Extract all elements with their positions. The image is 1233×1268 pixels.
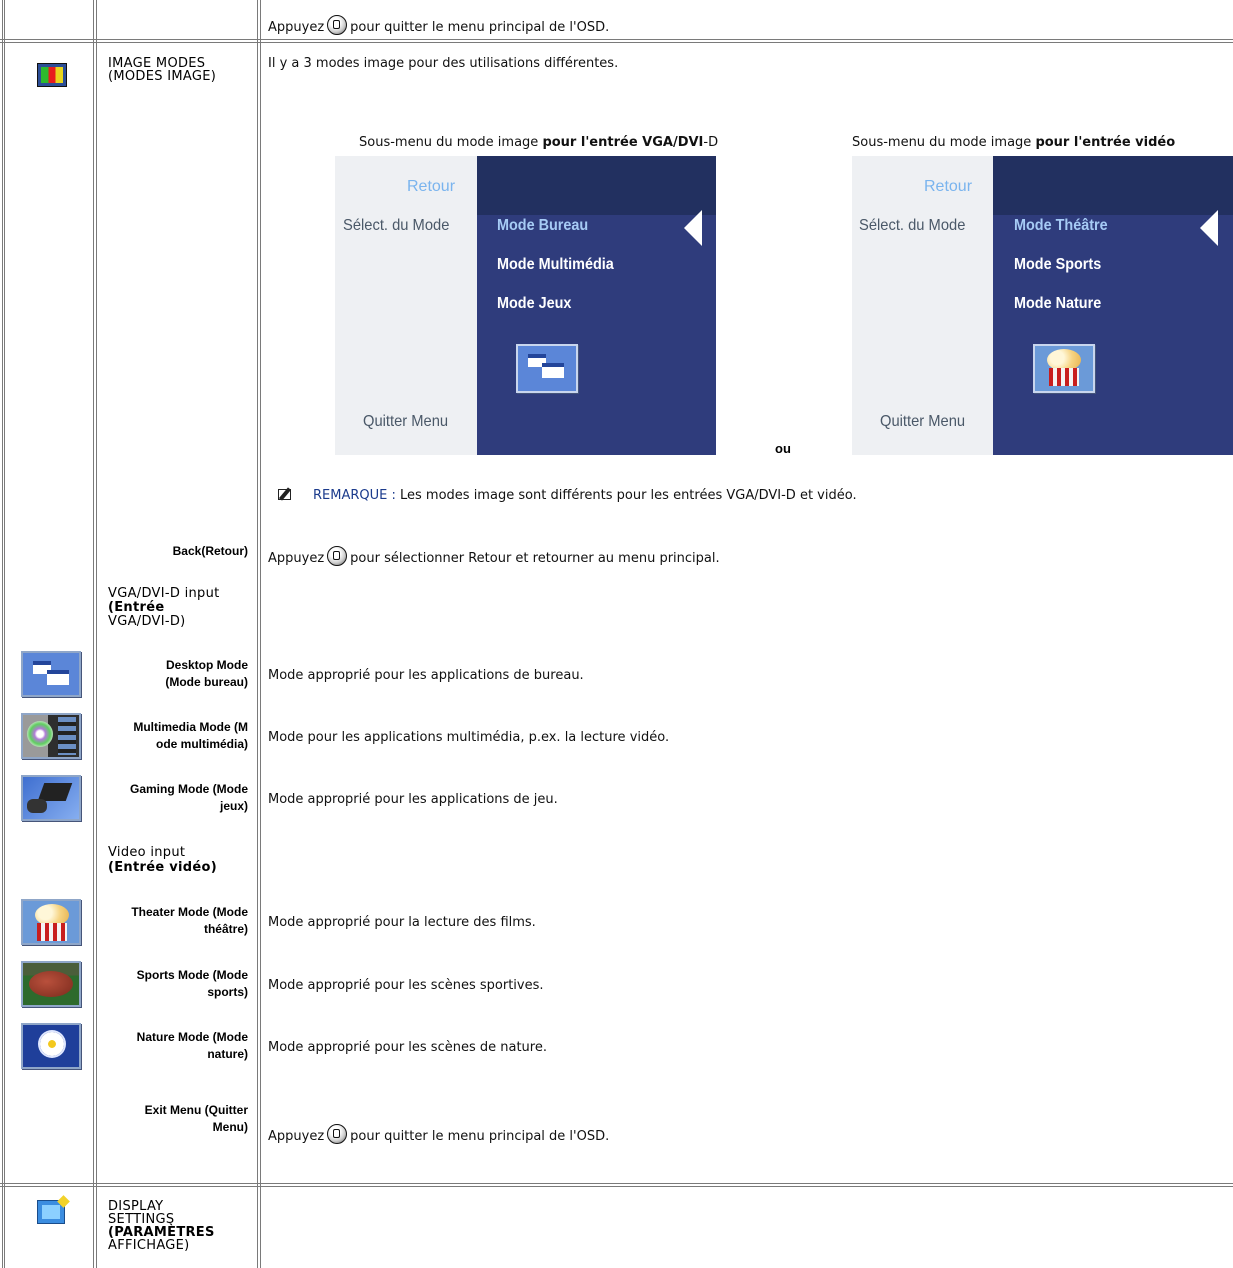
osd-back-item[interactable]: Retour [924,178,972,196]
osd-select-label: Sélect. du Mode [343,217,450,234]
sports-mode-label: Sports Mode (Mode sports) [136,968,248,999]
menu-button-icon [327,15,348,35]
osd-mode-theater[interactable]: Mode Théâtre [1014,217,1108,235]
sports-mode-icon [21,961,81,1007]
display-settings-icon [37,1200,65,1224]
selection-caret-icon [684,210,702,246]
nature-mode-label: Nature Mode (Mode nature) [136,1030,248,1061]
note-label: REMARQUE : [313,488,396,503]
osd-desktop-mode-icon [516,344,578,393]
caption-video: Sous-menu du mode image pour l'entrée vi… [852,135,1176,150]
menu-button-icon [327,1124,348,1144]
gaming-mode-label: Gaming Mode (Mode jeux) [130,782,248,813]
theater-mode-label: Theater Mode (Mode théâtre) [131,905,248,936]
video-input-heading: Video input (Entrée vidéo) [108,845,217,875]
display-settings-heading: DISPLAY SETTINGS (PARAMÈTRES AFFICHAGE) [108,1199,215,1253]
note-pencil-icon [277,487,293,502]
image-modes-icon [37,63,67,87]
menu-button-icon [327,546,348,566]
gaming-mode-icon [21,775,81,821]
desktop-mode-desc: Mode approprié pour les applications de … [268,668,584,683]
or-label: ou [775,441,791,456]
exit-menu-label: Exit Menu (Quitter Menu) [144,1103,248,1134]
nature-mode-desc: Mode approprié pour les scènes de nature… [268,1040,547,1055]
prev-exit-text: Appuyez pour quitter le menu principal de… [268,15,609,35]
note: REMARQUE : Les modes image sont différen… [313,488,857,503]
desktop-mode-label: Desktop Mode (Mode bureau) [165,658,248,689]
selection-caret-icon [1200,210,1218,246]
vga-input-heading: VGA/DVI-D input (Entrée VGA/DVI-D) [108,586,220,629]
gaming-mode-desc: Mode approprié pour les applications de … [268,792,558,807]
nature-mode-icon [21,1023,81,1069]
osd-exit-item[interactable]: Quitter Menu [363,413,448,431]
osd-mode-nature[interactable]: Mode Nature [1014,295,1101,313]
osd-back-item[interactable]: Retour [407,178,455,196]
osd-mode-gaming[interactable]: Mode Jeux [497,295,571,313]
exit-menu-desc: Appuyez pour quitter le menu principal de… [268,1124,609,1144]
osd-exit-item[interactable]: Quitter Menu [880,413,965,431]
back-label: Back(Retour) [172,544,248,558]
desktop-mode-icon [21,651,81,697]
osd-select-label: Sélect. du Mode [859,217,966,234]
theater-mode-desc: Mode approprié pour la lecture des films… [268,915,536,930]
image-modes-intro: Il y a 3 modes image pour des utilisatio… [268,56,619,71]
image-modes-heading: IMAGE MODES (MODES IMAGE) [108,56,217,84]
multimedia-mode-icon [21,713,81,759]
multimedia-mode-desc: Mode pour les applications multimédia, p… [268,730,670,745]
osd-mode-desktop[interactable]: Mode Bureau [497,217,588,235]
back-desc: Appuyez pour sélectionner Retour et retou… [268,546,720,566]
theater-mode-icon [21,899,81,945]
osd-theater-mode-icon [1033,344,1095,393]
osd-mode-sports[interactable]: Mode Sports [1014,256,1101,274]
osd-mode-multimedia[interactable]: Mode Multimédia [497,256,614,274]
sports-mode-desc: Mode approprié pour les scènes sportives… [268,978,544,993]
multimedia-mode-label: Multimedia Mode (M ode multimédia) [133,720,248,751]
caption-vga: Sous-menu du mode image pour l'entrée VG… [359,135,719,150]
